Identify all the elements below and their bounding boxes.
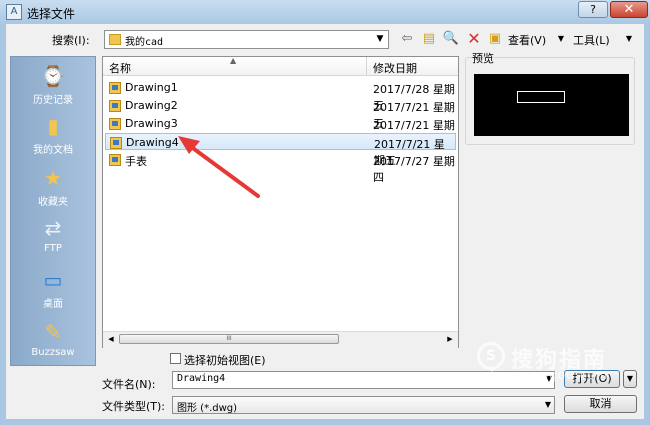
watermark-url: zhinan.sogou.com xyxy=(483,368,609,382)
search-icon[interactable]: 🔍 xyxy=(442,30,460,48)
app-icon: A xyxy=(6,4,22,20)
back-icon[interactable]: ⇦ xyxy=(398,30,416,48)
place-buzzsaw[interactable]: ✎ Buzzsaw xyxy=(11,319,95,358)
window-title: 选择文件 xyxy=(27,7,76,21)
select-file-dialog: A 选择文件 ? ✕ 搜索(I): 我的cad ▼ ⇦ ▤ 🔍 ✕ ▣ 查看(V… xyxy=(0,0,650,425)
file-row[interactable]: Drawing3 2017/7/21 星期五 xyxy=(105,115,456,148)
look-in-dropdown[interactable]: 我的cad ▼ xyxy=(104,30,389,49)
place-history[interactable]: ⌚ 历史记录 xyxy=(11,63,95,106)
filename-label: 文件名(N): xyxy=(102,378,156,391)
buzzsaw-icon: ✎ xyxy=(44,320,62,344)
initial-view-label: 选择初始视图(E) xyxy=(184,354,266,367)
place-label: FTP xyxy=(44,243,62,254)
file-row-selected[interactable]: Drawing4 2017/7/21 星期五 xyxy=(105,133,456,167)
place-label: 我的文档 xyxy=(33,145,73,156)
new-folder-icon[interactable]: ▣ xyxy=(486,30,504,48)
folder-icon xyxy=(109,34,121,45)
dwg-file-icon xyxy=(109,154,121,166)
scroll-left-icon[interactable]: ◀ xyxy=(105,333,117,345)
file-row[interactable]: Drawing1 2017/7/28 星期五 xyxy=(105,79,456,112)
look-in-label: 搜索(I): xyxy=(52,34,90,47)
file-name: Drawing4 xyxy=(126,136,179,149)
file-name: 手表 xyxy=(125,155,147,168)
preview-image xyxy=(474,74,629,136)
place-desktop[interactable]: ▭ 桌面 xyxy=(11,267,95,310)
place-favorites[interactable]: ★ 收藏夹 xyxy=(11,165,95,208)
file-list-header: ▲ 名称 修改日期 xyxy=(103,56,458,76)
dwg-file-icon xyxy=(110,137,122,149)
ftp-icon: ⇄ xyxy=(44,216,62,240)
place-label: 历史记录 xyxy=(33,95,73,106)
dwg-file-icon xyxy=(109,118,121,130)
dwg-file-icon xyxy=(109,82,121,94)
place-label: 桌面 xyxy=(43,299,63,310)
look-in-value: 我的cad xyxy=(125,37,164,48)
title-bar[interactable]: A 选择文件 ? ✕ xyxy=(0,0,650,24)
cancel-button[interactable]: 取消 xyxy=(564,395,637,413)
column-header-date[interactable]: 修改日期 xyxy=(373,60,417,76)
scroll-right-icon[interactable]: ▶ xyxy=(444,333,456,345)
views-dropdown-icon[interactable]: ▼ xyxy=(555,30,567,48)
filetype-label: 文件类型(T): xyxy=(102,400,166,413)
column-header-name[interactable]: 名称 xyxy=(109,60,131,76)
sogou-logo-icon: S xyxy=(477,342,505,370)
place-label: Buzzsaw xyxy=(31,347,75,358)
filetype-value: 图形 (*.dwg) xyxy=(177,403,238,414)
initial-view-checkbox[interactable] xyxy=(170,353,181,364)
horizontal-scrollbar[interactable]: ◀ III ▶ xyxy=(103,331,458,348)
delete-icon[interactable]: ✕ xyxy=(465,30,483,48)
watermark: S 搜狗指南 zhinan.sogou.com xyxy=(475,338,635,382)
chevron-down-icon[interactable]: ▼ xyxy=(545,400,551,409)
file-row[interactable]: Drawing2 2017/7/21 星期五 xyxy=(105,97,456,130)
close-button[interactable]: ✕ xyxy=(610,1,648,18)
file-name: Drawing3 xyxy=(125,117,178,130)
tools-menu[interactable]: 工具(L) xyxy=(573,32,610,48)
desktop-icon: ▭ xyxy=(43,268,63,292)
filename-value: Drawing4 xyxy=(177,373,226,384)
place-documents[interactable]: ▮ 我的文档 xyxy=(11,113,95,156)
views-menu[interactable]: 查看(V) xyxy=(508,32,546,48)
documents-icon: ▮ xyxy=(47,114,59,138)
file-row[interactable]: 手表 2017/7/27 星期四 xyxy=(105,151,456,184)
history-icon: ⌚ xyxy=(40,64,66,88)
help-button[interactable]: ? xyxy=(578,1,608,18)
preview-label: 预览 xyxy=(472,52,494,65)
place-label: 收藏夹 xyxy=(38,197,68,208)
preview-drawing-rect xyxy=(517,91,565,103)
file-date: 2017/7/27 星期四 xyxy=(373,155,455,184)
sort-ascending-icon: ▲ xyxy=(230,56,237,65)
file-name: Drawing1 xyxy=(125,81,178,94)
tools-dropdown-icon[interactable]: ▼ xyxy=(623,30,635,48)
column-divider[interactable] xyxy=(366,57,367,75)
scroll-thumb[interactable]: III xyxy=(119,334,339,344)
dwg-file-icon xyxy=(109,100,121,112)
chevron-down-icon[interactable]: ▼ xyxy=(374,33,386,46)
place-ftp[interactable]: ⇄ FTP xyxy=(11,215,95,254)
filetype-select[interactable]: 图形 (*.dwg) ▼ xyxy=(172,396,555,414)
places-bar: ⌚ 历史记录 ▮ 我的文档 ★ 收藏夹 ⇄ FTP ▭ 桌面 ✎ Buzzsaw xyxy=(10,56,96,366)
favorites-icon: ★ xyxy=(44,166,62,190)
up-folder-icon[interactable]: ▤ xyxy=(420,30,438,48)
file-list[interactable]: ▲ 名称 修改日期 Drawing1 2017/7/28 星期五 Drawing… xyxy=(102,56,459,348)
file-name: Drawing2 xyxy=(125,99,178,112)
